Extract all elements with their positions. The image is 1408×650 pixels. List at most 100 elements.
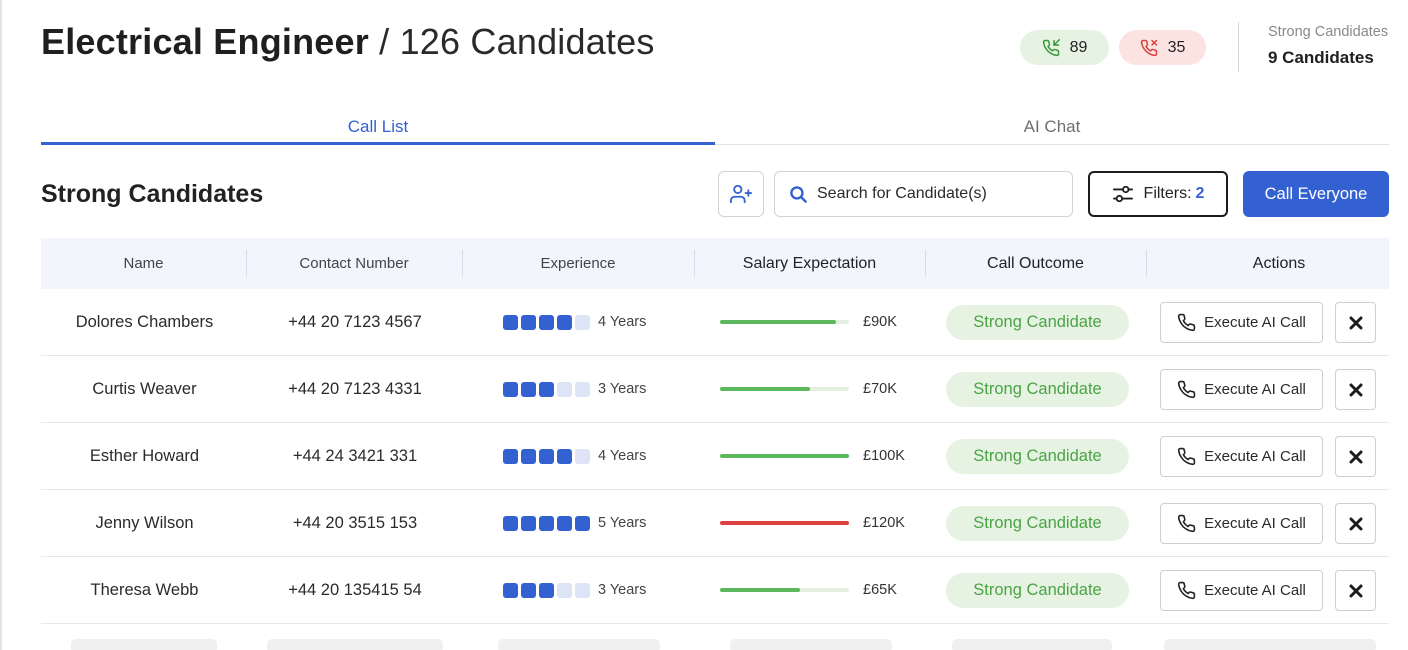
experience-meter: 3 Years <box>503 582 646 598</box>
experience-level-square <box>521 381 536 397</box>
contact-number: +44 20 3515 153 <box>292 513 418 532</box>
experience-level-square <box>575 314 590 330</box>
experience-label: 5 Years <box>598 515 647 531</box>
table-row: Curtis Weaver +44 20 7123 4331 3 Years £70K… <box>41 356 1389 423</box>
close-icon <box>1349 517 1362 530</box>
experience-level-square <box>521 448 536 464</box>
column-header-experience: Experience <box>540 255 616 272</box>
phone-icon <box>1178 447 1196 466</box>
page-title-count: 126 Candidates <box>399 21 655 62</box>
sliders-icon <box>1112 185 1133 203</box>
execute-ai-call-button[interactable]: Execute AI Call <box>1160 503 1323 544</box>
salary-value: £70K <box>863 381 897 397</box>
execute-ai-call-button[interactable]: Execute AI Call <box>1160 570 1323 611</box>
contact-number: +44 20 135415 54 <box>288 580 422 599</box>
loading-placeholder <box>730 639 892 650</box>
salary-bar-fill <box>720 454 849 458</box>
call-outcome-badge: Strong Candidate <box>946 506 1129 541</box>
experience-meter: 4 Years <box>503 314 646 330</box>
contact-number: +44 20 7123 4567 <box>288 312 422 331</box>
experience-level-square <box>503 448 518 464</box>
salary-value: £100K <box>863 448 905 464</box>
loading-placeholder <box>267 639 443 650</box>
phone-icon <box>1178 581 1196 600</box>
salary-bar-fill <box>720 588 800 592</box>
call-outcome-badge: Strong Candidate <box>946 573 1129 608</box>
experience-level-square <box>539 314 554 330</box>
candidate-name: Theresa Webb <box>90 580 199 599</box>
call-everyone-button[interactable]: Call Everyone <box>1243 171 1389 217</box>
table-header: Name Contact Number Experience Salary Ex… <box>41 238 1389 289</box>
execute-ai-call-label: Execute AI Call <box>1204 381 1306 398</box>
experience-label: 4 Years <box>598 314 647 330</box>
section-title: Strong Candidates <box>41 180 264 208</box>
close-icon <box>1349 316 1362 329</box>
answered-calls-badge: 89 <box>1020 30 1109 65</box>
phone-icon <box>1178 380 1196 399</box>
table-row: Jenny Wilson +44 20 3515 153 5 Years £120K S… <box>41 490 1389 557</box>
strong-candidates-summary: Strong Candidates 9 Candidates <box>1268 24 1388 68</box>
experience-level-square <box>521 314 536 330</box>
execute-ai-call-label: Execute AI Call <box>1204 515 1306 532</box>
candidate-name: Curtis Weaver <box>92 379 197 398</box>
add-candidate-button[interactable] <box>718 171 764 217</box>
page-title-role: Electrical Engineer <box>41 21 369 62</box>
experience-meter: 3 Years <box>503 381 646 397</box>
remove-candidate-button[interactable] <box>1335 369 1376 410</box>
table-row: Esther Howard +44 24 3421 331 4 Years £100K… <box>41 423 1389 490</box>
search-input[interactable] <box>817 185 1057 203</box>
remove-candidate-button[interactable] <box>1335 436 1376 477</box>
execute-ai-call-label: Execute AI Call <box>1204 448 1306 465</box>
candidate-name: Dolores Chambers <box>75 312 214 331</box>
execute-ai-call-button[interactable]: Execute AI Call <box>1160 436 1323 477</box>
experience-label: 4 Years <box>598 448 647 464</box>
tab-call-list[interactable]: Call List <box>41 113 715 145</box>
experience-level-square <box>557 381 572 397</box>
execute-ai-call-button[interactable]: Execute AI Call <box>1160 369 1323 410</box>
user-plus-icon <box>730 184 752 204</box>
salary-value: £120K <box>863 515 905 531</box>
answered-calls-count: 89 <box>1069 38 1088 56</box>
missed-calls-badge: 35 <box>1119 30 1206 65</box>
loading-placeholder <box>71 639 217 650</box>
candidate-name: Jenny Wilson <box>95 513 194 532</box>
search-icon <box>790 185 807 203</box>
loading-placeholder <box>498 639 660 650</box>
execute-ai-call-label: Execute AI Call <box>1204 314 1306 331</box>
column-header-call-outcome: Call Outcome <box>987 255 1084 272</box>
salary-bar-fill <box>720 320 837 324</box>
remove-candidate-button[interactable] <box>1335 570 1376 611</box>
strong-candidates-value: 9 Candidates <box>1268 48 1374 67</box>
phone-answered-icon <box>1042 38 1060 56</box>
salary-bar <box>720 521 849 525</box>
experience-level-square <box>575 381 590 397</box>
call-outcome-badge: Strong Candidate <box>946 439 1129 474</box>
execute-ai-call-button[interactable]: Execute AI Call <box>1160 302 1323 343</box>
experience-meter: 5 Years <box>503 515 646 531</box>
close-icon <box>1349 584 1362 597</box>
candidate-name: Esther Howard <box>89 446 200 465</box>
contact-number: +44 20 7123 4331 <box>288 379 422 398</box>
experience-level-square <box>557 582 572 598</box>
experience-level-square <box>557 314 572 330</box>
experience-level-square <box>539 381 554 397</box>
experience-label: 3 Years <box>598 381 647 397</box>
experience-level-square <box>539 448 554 464</box>
experience-level-square <box>503 515 518 531</box>
filters-button[interactable]: Filters: 2 <box>1088 171 1228 217</box>
table-row: Theresa Webb +44 20 135415 54 3 Years £65K S… <box>41 557 1389 624</box>
tab-bar: Call List AI Chat <box>41 113 1389 145</box>
remove-candidate-button[interactable] <box>1335 503 1376 544</box>
salary-bar <box>720 454 849 458</box>
experience-level-square <box>503 381 518 397</box>
tab-ai-chat[interactable]: AI Chat <box>715 113 1389 145</box>
experience-level-square <box>557 448 572 464</box>
experience-level-square <box>575 448 590 464</box>
loading-placeholder <box>952 639 1112 650</box>
experience-level-square <box>521 515 536 531</box>
search-box <box>774 171 1073 217</box>
remove-candidate-button[interactable] <box>1335 302 1376 343</box>
loading-placeholder <box>1164 639 1376 650</box>
salary-value: £65K <box>863 582 897 598</box>
filters-count: 2 <box>1195 185 1205 202</box>
